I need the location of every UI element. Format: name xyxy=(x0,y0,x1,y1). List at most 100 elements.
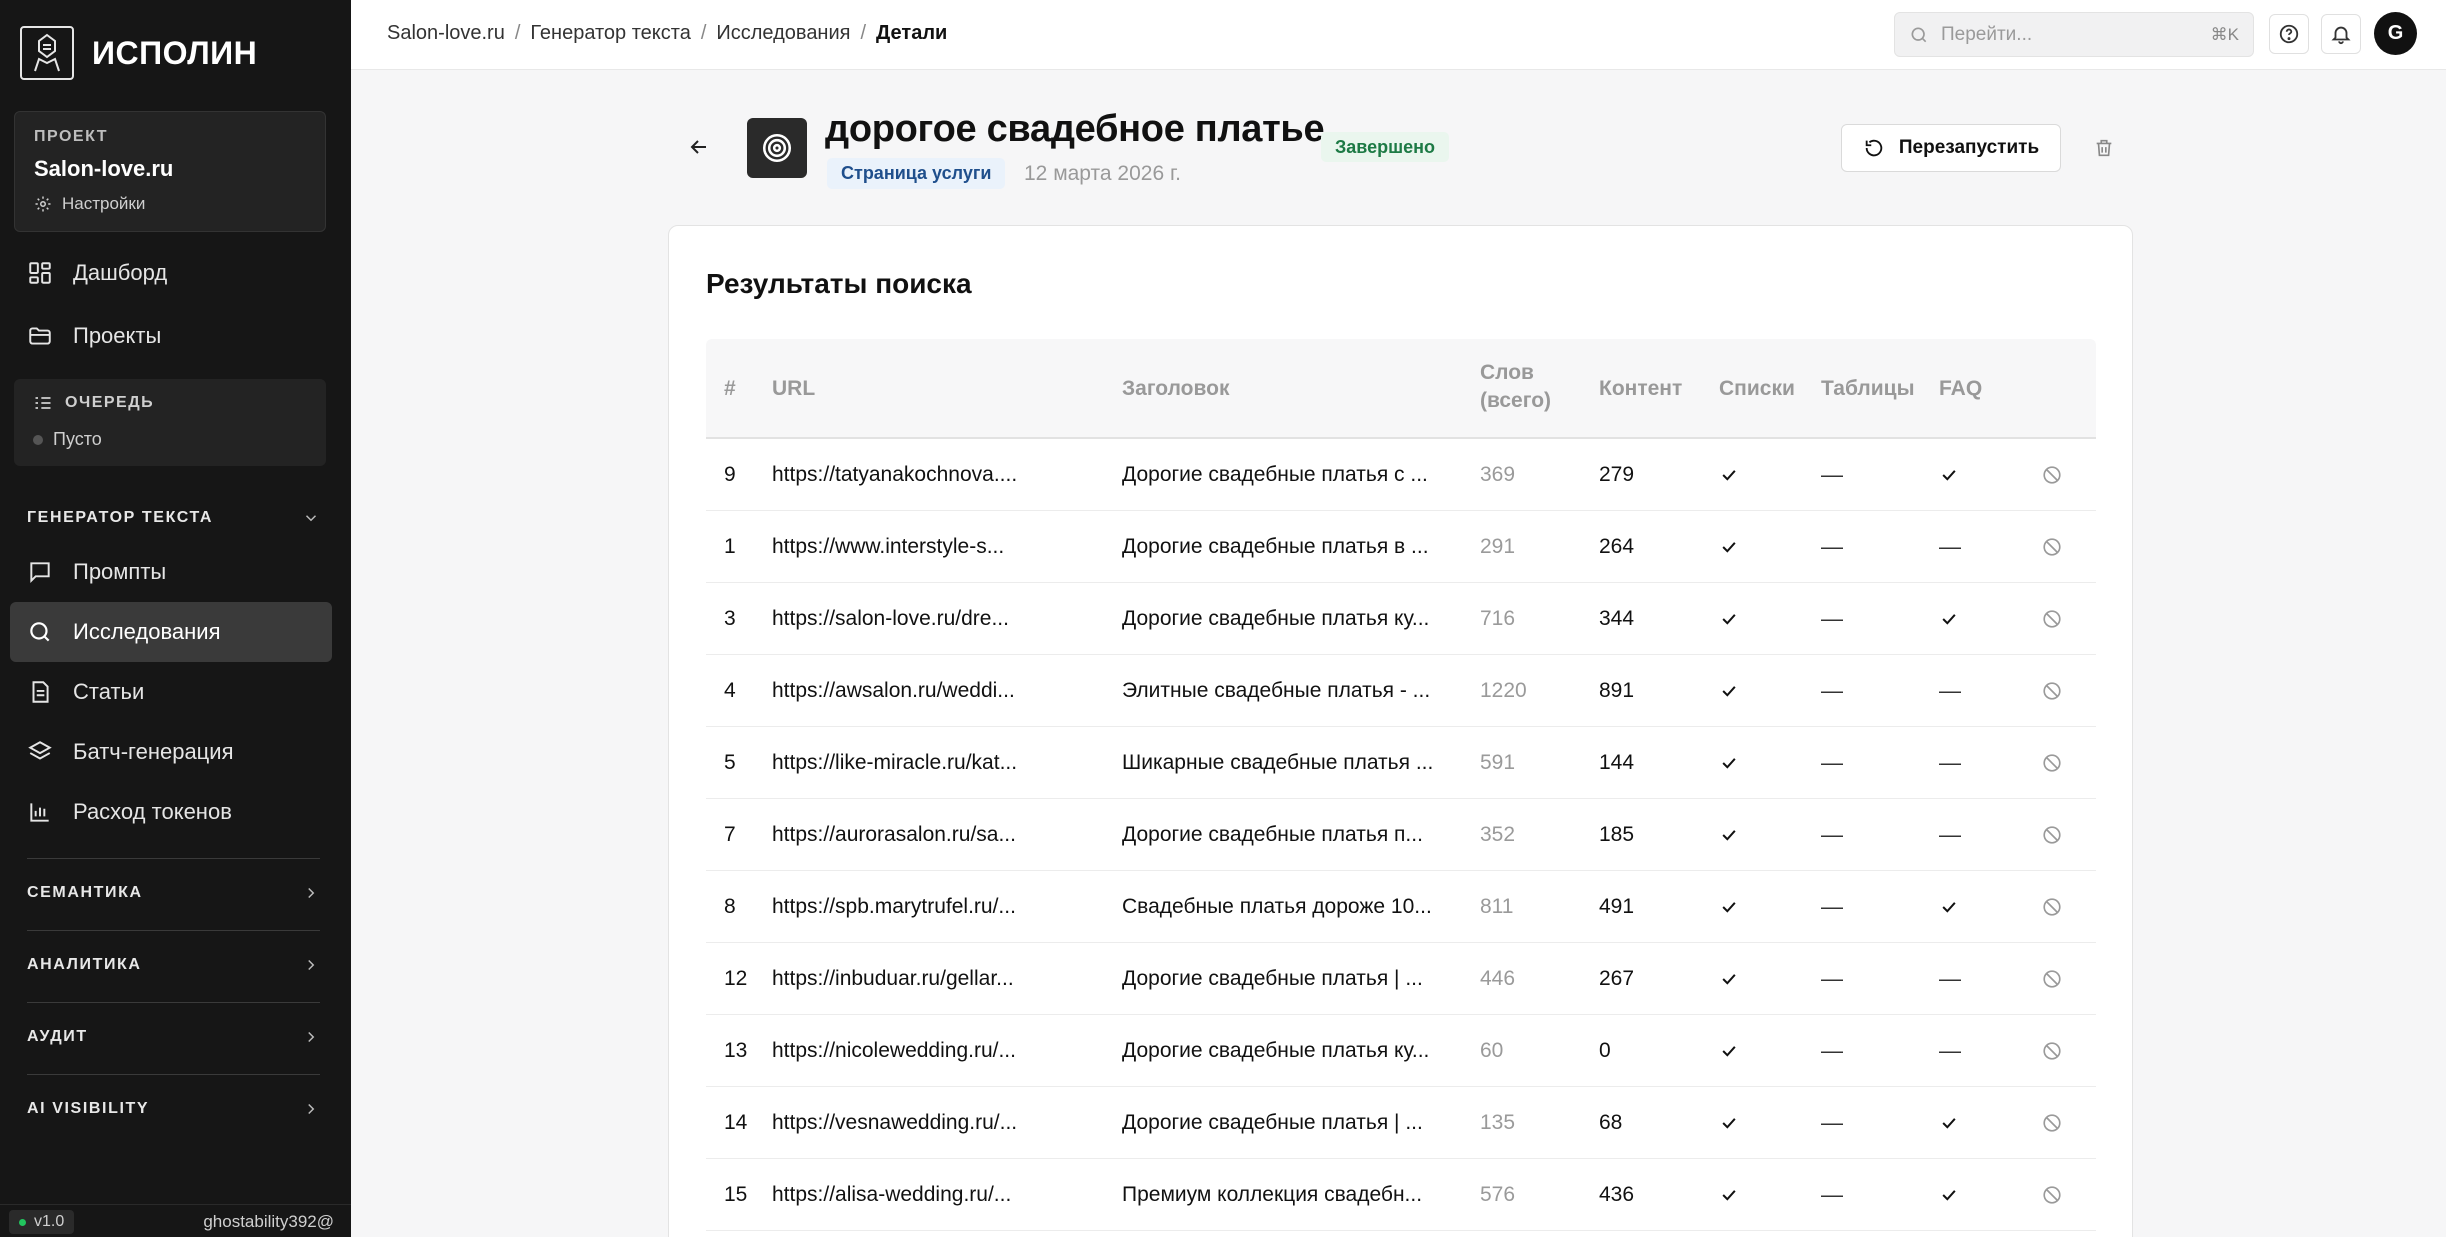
section-semantics[interactable]: СЕМАНТИКА xyxy=(27,884,320,902)
project-eyebrow: ПРОЕКТ xyxy=(34,128,109,145)
table-row[interactable]: 15 https://alisa-wedding.ru/... Премиум ко… xyxy=(706,1159,2096,1231)
sidebar-item-prompts[interactable]: Промпты xyxy=(10,542,332,602)
column-header-title[interactable]: Заголовок xyxy=(1122,375,1229,403)
section-ai-visibility[interactable]: AI VISIBILITY xyxy=(27,1100,320,1118)
table-row[interactable]: 14 https://vesnawedding.ru/... Дорогие сва… xyxy=(706,1087,2096,1159)
cell-title: Дорогие свадебные платья с ... xyxy=(1122,463,1428,486)
table-row[interactable]: 5 https://like-miracle.ru/kat... Шикарные … xyxy=(706,727,2096,799)
breadcrumb-item[interactable]: Salon-love.ru xyxy=(387,22,505,45)
ban-icon xyxy=(2043,826,2061,844)
exclude-button[interactable] xyxy=(2041,727,2063,799)
ban-icon xyxy=(2043,754,2061,772)
list-icon xyxy=(35,397,51,409)
column-header-tables[interactable]: Таблицы xyxy=(1821,375,1915,403)
cell-words: 811 xyxy=(1480,895,1514,918)
cell-title: Дорогие свадебные платья ку... xyxy=(1122,1039,1430,1062)
cell-url[interactable]: https://awsalon.ru/weddi... xyxy=(772,655,1052,727)
cell-faq: — xyxy=(1939,727,1961,799)
cell-url[interactable]: https://nicolewedding.ru/... xyxy=(772,1015,1052,1087)
cell-lists xyxy=(1719,871,1739,943)
table-row[interactable]: 1 https://www.interstyle-s... Дорогие свад… xyxy=(706,511,2096,583)
cell-title: Элитные свадебные платья - ... xyxy=(1122,679,1431,702)
column-header-words-line2: (всего) xyxy=(1480,389,1552,412)
cell-title: Премиум коллекция свадебн... xyxy=(1122,1183,1423,1206)
table-row[interactable]: 8 https://spb.marytrufel.ru/... Свадебные … xyxy=(706,871,2096,943)
page-title: дорогое свадебное платье xyxy=(825,108,1325,150)
cell-url[interactable]: https://www.interstyle-s... xyxy=(772,511,1052,583)
exclude-button[interactable] xyxy=(2041,583,2063,655)
cell-title: Дорогие свадебные платья | ... xyxy=(1122,1111,1423,1134)
brand[interactable]: ИСПОЛИН xyxy=(20,26,257,80)
sidebar-item-batch[interactable]: Батч-генерация xyxy=(10,722,332,782)
bell-icon xyxy=(2331,26,2351,45)
queue-card[interactable]: ОЧЕРЕДЬ Пусто xyxy=(14,379,326,466)
column-header-url[interactable]: URL xyxy=(772,375,815,403)
cell-url[interactable]: https://aurorasalon.ru/sa... xyxy=(772,799,1052,871)
table-row[interactable]: 12 https://inbuduar.ru/gellar... Дорогие с… xyxy=(706,943,2096,1015)
brand-logo-icon xyxy=(20,26,74,80)
table-row[interactable]: 3 https://salon-love.ru/dre... Дорогие сва… xyxy=(706,583,2096,655)
sidebar-item-label: Промпты xyxy=(73,559,167,584)
table-row[interactable]: 9 https://tatyanakochnova.... Дорогие свад… xyxy=(706,439,2096,511)
sidebar-item-token-usage[interactable]: Расход токенов xyxy=(10,782,332,842)
cell-url[interactable]: https://tatyanakochnova.... xyxy=(772,439,1052,511)
section-text-generator[interactable]: ГЕНЕРАТОР ТЕКСТА xyxy=(27,509,320,527)
exclude-button[interactable] xyxy=(2041,871,2063,943)
check-icon xyxy=(1722,686,1736,697)
notifications-button[interactable] xyxy=(2321,14,2361,54)
section-audit[interactable]: АУДИТ xyxy=(27,1028,320,1046)
user-email[interactable]: ghostability392@ xyxy=(203,1212,334,1232)
exclude-button[interactable] xyxy=(2041,1087,2063,1159)
column-header-faq[interactable]: FAQ xyxy=(1939,375,1982,403)
cell-url[interactable]: https://salon-love.ru/dre... xyxy=(772,583,1052,655)
breadcrumb-item[interactable]: Генератор текста xyxy=(530,22,690,45)
table-row[interactable]: 13 https://nicolewedding.ru/... Дорогие св… xyxy=(706,1015,2096,1087)
sidebar-item-projects[interactable]: Проекты xyxy=(10,306,332,366)
back-button[interactable] xyxy=(684,132,714,162)
version-text: v1.0 xyxy=(34,1213,65,1230)
exclude-button[interactable] xyxy=(2041,799,2063,871)
exclude-button[interactable] xyxy=(2041,511,2063,583)
search-input[interactable]: Перейти... ⌘K xyxy=(1894,12,2254,57)
cell-url[interactable]: https://like-miracle.ru/kat... xyxy=(772,727,1052,799)
column-header-content[interactable]: Контент xyxy=(1599,375,1682,403)
cell-tables: — xyxy=(1821,727,1843,799)
restart-button[interactable]: Перезапустить xyxy=(1841,124,2061,172)
cell-num: 12 xyxy=(724,967,748,990)
project-card[interactable]: ПРОЕКТ Salon-love.ru Настройки xyxy=(14,111,326,232)
delete-button[interactable] xyxy=(2089,132,2119,164)
exclude-button[interactable] xyxy=(2041,943,2063,1015)
exclude-button[interactable] xyxy=(2041,655,2063,727)
exclude-button[interactable] xyxy=(2041,1159,2063,1231)
column-header-lists[interactable]: Списки xyxy=(1719,375,1795,403)
exclude-button[interactable] xyxy=(2041,1015,2063,1087)
table-row[interactable]: 7 https://aurorasalon.ru/sa... Дорогие сва… xyxy=(706,799,2096,871)
ban-icon xyxy=(2043,682,2061,700)
project-settings-link[interactable]: Настройки xyxy=(34,194,306,214)
cell-url[interactable]: https://alisa-wedding.ru/... xyxy=(772,1159,1052,1231)
empty-dash: — xyxy=(1821,462,1843,487)
ban-icon xyxy=(2043,1186,2061,1204)
sidebar-item-dashboard[interactable]: Дашборд xyxy=(10,243,332,303)
card-title: Результаты поиска xyxy=(706,268,972,299)
avatar[interactable]: G xyxy=(2374,12,2417,55)
cell-url[interactable]: https://vesnawedding.ru/... xyxy=(772,1087,1052,1159)
table-row[interactable]: 4 https://awsalon.ru/weddi... Элитные свад… xyxy=(706,655,2096,727)
sidebar-item-research[interactable]: Исследования xyxy=(10,602,332,662)
search-results-card: Результаты поиска # URL Заголовок Слов (… xyxy=(668,225,2133,1237)
help-button[interactable] xyxy=(2269,14,2309,54)
column-header-words[interactable]: Слов (всего) xyxy=(1480,359,1551,415)
sidebar-item-articles[interactable]: Статьи xyxy=(10,662,332,722)
cell-content: 267 xyxy=(1599,967,1635,990)
chevron-right-icon xyxy=(308,1103,315,1115)
section-analytics[interactable]: АНАЛИТИКА xyxy=(27,956,320,974)
exclude-button[interactable] xyxy=(2041,439,2063,511)
breadcrumb-item[interactable]: Исследования xyxy=(716,22,850,45)
sidebar-footer: v1.0 ghostability392@ xyxy=(0,1204,351,1237)
cell-words: 369 xyxy=(1480,463,1516,486)
empty-dash: — xyxy=(1821,894,1843,919)
cell-url[interactable]: https://spb.marytrufel.ru/... xyxy=(772,871,1052,943)
section-title: АУДИТ xyxy=(27,1028,88,1045)
cell-url[interactable]: https://inbuduar.ru/gellar... xyxy=(772,943,1052,1015)
topbar: Salon-love.ru / Генератор текста / Иссле… xyxy=(351,0,2446,70)
